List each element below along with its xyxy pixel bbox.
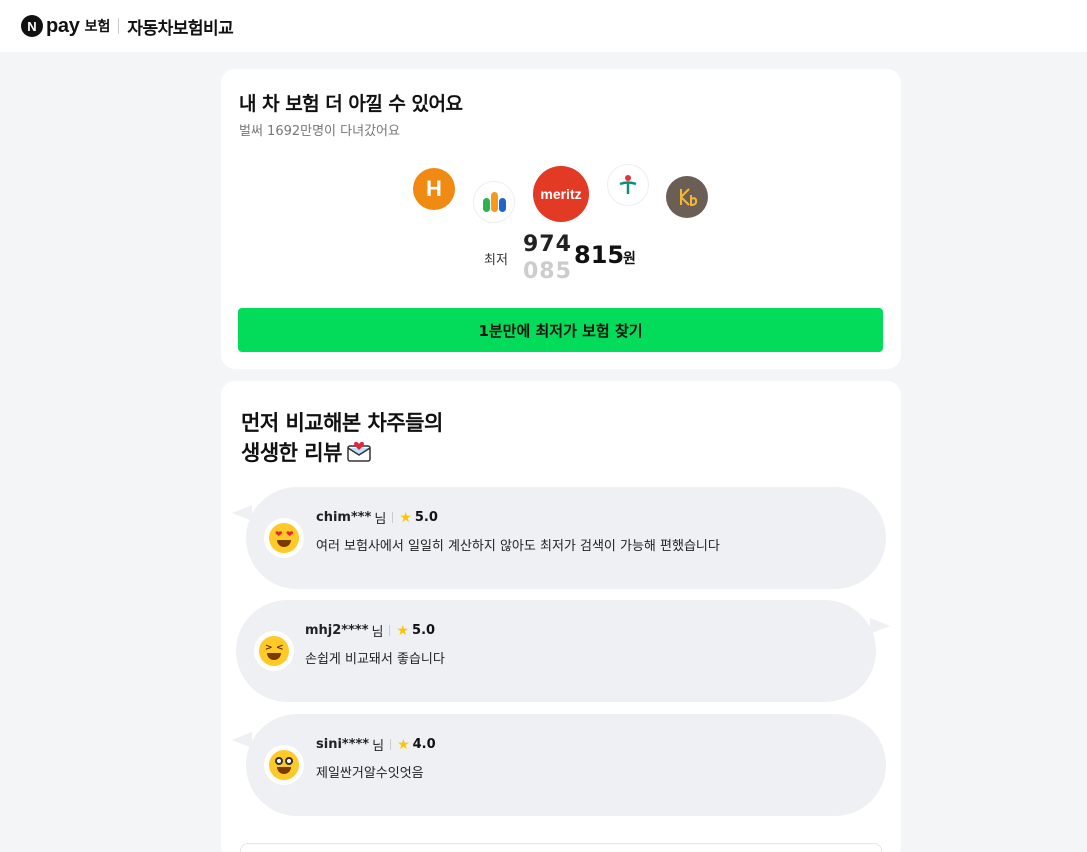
review-score: 5.0 xyxy=(412,623,436,638)
price-unit: 원 xyxy=(623,251,636,267)
love-letter-icon xyxy=(346,440,372,462)
header-divider xyxy=(118,18,120,34)
brand-sub[interactable]: 보험 xyxy=(85,16,111,36)
review-user: chim*** xyxy=(316,510,372,525)
review-text: 여러 보험사에서 일일히 계산하지 않아도 최저가 검색이 가능해 편했습니다 xyxy=(316,539,720,554)
star-icon: ★ xyxy=(399,509,412,526)
heart-eyes-emoji: ❤ ❤ xyxy=(264,518,304,558)
db-mark-icon xyxy=(482,192,506,212)
review-meta: mhj2**** 님 ★ 5.0 xyxy=(305,621,436,641)
bubble-tail xyxy=(232,505,252,521)
heart-eye-icon: ❤ xyxy=(275,530,283,540)
meritz-logo: meritz xyxy=(533,166,589,222)
review-honorific: 님 xyxy=(372,739,385,754)
db-logo xyxy=(473,181,515,223)
review-honorific: 님 xyxy=(374,512,387,527)
review-score: 5.0 xyxy=(414,510,438,525)
price-roll-top: 974 xyxy=(523,232,572,257)
price-label: 최저 xyxy=(484,253,508,268)
more-reviews-box[interactable] xyxy=(240,843,882,852)
review-user: mhj2**** xyxy=(305,623,369,638)
page-title: 자동차보험비교 xyxy=(127,18,234,39)
top-bar: N pay 보험 자동차보험비교 xyxy=(0,0,1087,52)
review-item: ❤ ❤ chim*** 님 ★ 5.0 여러 보험사에서 일일히 계산하지 않아… xyxy=(232,487,886,589)
grin-emoji xyxy=(264,745,304,785)
review-meta: sini**** 님 ★ 4.0 xyxy=(316,735,436,755)
squint-laugh-emoji: > < xyxy=(254,631,294,671)
star-icon: ★ xyxy=(396,622,410,639)
reviews-title: 먼저 비교해본 차주들의 생생한 리뷰 xyxy=(241,408,443,468)
reviews-title-line1: 먼저 비교해본 차주들의 xyxy=(241,411,443,435)
review-item: sini**** 님 ★ 4.0 제일싼거알수잇엇음 xyxy=(232,714,886,816)
reviews-card: 먼저 비교해본 차주들의 생생한 리뷰 ❤ ❤ chim*** 님 ★ 5.0 … xyxy=(221,381,901,852)
review-item: > < mhj2**** 님 ★ 5.0 손쉽게 비교돼서 좋습니다 xyxy=(236,600,890,702)
review-score: 4.0 xyxy=(412,737,436,752)
review-meta: chim*** 님 ★ 5.0 xyxy=(316,508,438,528)
hyundai-logo: H xyxy=(413,168,455,210)
hero-card: 내 차 보험 더 아낄 수 있어요 벌써 1692만명이 다녀갔어요 H mer… xyxy=(221,69,901,369)
bubble-tail xyxy=(232,732,252,748)
heart-eye-icon: ❤ xyxy=(286,530,294,540)
hero-subtitle: 벌써 1692만명이 다녀갔어요 xyxy=(239,124,400,139)
bubble-tail xyxy=(870,618,890,634)
pay-brand[interactable]: pay xyxy=(46,15,80,38)
price-value: 815 xyxy=(574,241,625,269)
hero-title: 내 차 보험 더 아낄 수 있어요 xyxy=(239,93,463,115)
kb-logo xyxy=(666,176,708,218)
price-roll-bottom: 085 xyxy=(523,259,572,284)
hana-mark-icon xyxy=(619,175,637,194)
star-icon: ★ xyxy=(397,736,410,753)
hana-logo xyxy=(607,164,649,206)
reviews-title-line2: 생생한 리뷰 xyxy=(241,441,342,465)
review-text: 제일싼거알수잇엇음 xyxy=(316,766,424,781)
kb-mark-icon xyxy=(680,188,698,207)
review-user: sini**** xyxy=(316,737,370,752)
review-honorific: 님 xyxy=(371,625,384,640)
find-cheapest-button[interactable]: 1분만에 최저가 보험 찾기 xyxy=(238,308,883,352)
review-text: 손쉽게 비교돼서 좋습니다 xyxy=(305,652,445,667)
naver-n-logo[interactable]: N xyxy=(21,15,43,37)
